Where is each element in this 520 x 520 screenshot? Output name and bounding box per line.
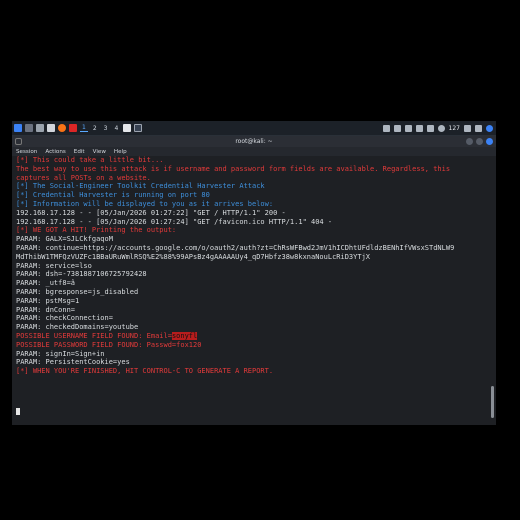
firefox-icon[interactable] — [58, 124, 66, 132]
taskbar: 1 2 3 4 127 — [12, 121, 496, 136]
close-button[interactable] — [486, 138, 493, 145]
terminal-line: PARAM: continue=https://accounts.google.… — [16, 243, 455, 252]
menu-help[interactable]: Help — [114, 149, 127, 155]
terminal-cursor — [16, 408, 20, 415]
terminal-line: captures all POSTs on a website. — [16, 173, 151, 182]
terminal-line: MdThibW1TMFQzVUZFc1BBaURuWmlRSQ%E2%88%99… — [16, 252, 371, 261]
terminal-line: PARAM: dnConn= — [16, 305, 76, 314]
terminal-line: 192.168.17.128 - - [05/Jan/2026 01:27:24… — [16, 217, 333, 226]
screen-record-icon[interactable] — [382, 124, 390, 132]
terminal-line: PARAM: GALX=SJLCkfgaqoM — [16, 235, 113, 244]
window-title: root@kali: ~ — [235, 138, 273, 145]
text-editor-icon[interactable] — [47, 124, 55, 132]
terminal-line: PARAM: PersistentCookie=yes — [16, 358, 130, 367]
terminal-line: The best way to use this attack is if us… — [16, 164, 451, 173]
user-menu-icon[interactable] — [486, 124, 493, 132]
terminal-line: [*] Information will be displayed to you… — [16, 199, 274, 208]
maximize-button[interactable] — [476, 138, 483, 145]
desktop-icon[interactable] — [25, 124, 33, 132]
volume-icon[interactable] — [415, 124, 423, 132]
terminal-line: PARAM: checkConnection= — [16, 314, 113, 323]
terminal-line: [*] WE GOT A HIT! Printing the output: — [16, 226, 177, 235]
terminal-line: [*] Credential Harvester is running on p… — [16, 191, 210, 200]
terminal-line: 192.168.17.128 - - [05/Jan/2026 01:27:22… — [16, 208, 286, 217]
system-tray: 127 — [382, 123, 493, 133]
power-manager-icon[interactable] — [437, 124, 445, 132]
terminal-line: [*] This could take a little bit... — [16, 156, 164, 164]
terminal-line: PARAM: _utf8=â — [16, 279, 76, 288]
username-highlight: sonyfl — [171, 331, 198, 340]
terminal-scrollbar[interactable] — [491, 386, 494, 418]
minimize-button[interactable] — [466, 138, 473, 145]
network-icon[interactable] — [404, 124, 412, 132]
terminal-line: PARAM: signIn=Sign+in — [16, 349, 105, 358]
menu-edit[interactable]: Edit — [74, 149, 85, 155]
window-icon[interactable] — [393, 124, 401, 132]
app-icon[interactable] — [69, 124, 77, 132]
menu-session[interactable]: Session — [16, 149, 37, 155]
workspace-1[interactable]: 1 — [80, 124, 88, 132]
terminal-line-password: POSSIBLE PASSWORD FIELD FOUND: Passwd=fo… — [16, 340, 202, 349]
taskbar-launchers: 1 2 3 4 — [14, 123, 143, 133]
terminal-output[interactable]: [*] This could take a little bit... The … — [12, 156, 496, 425]
terminal-line: PARAM: bgresponse=js_disabled — [16, 287, 139, 296]
menu-bar: Session Actions Edit View Help — [12, 147, 496, 156]
terminal-task-icon[interactable] — [134, 124, 143, 132]
terminal-line: [*] WHEN YOU'RE FINISHED, HIT CONTROL-C … — [16, 367, 274, 376]
clock[interactable]: 127 — [449, 125, 460, 132]
terminal-line: PARAM: checkedDomains=youtube — [16, 323, 139, 332]
workspace-2[interactable]: 2 — [91, 125, 99, 132]
workspace-4[interactable]: 4 — [112, 125, 120, 132]
terminal-line: PARAM: pstMsg=1 — [16, 296, 80, 305]
workspace-3[interactable]: 3 — [102, 125, 110, 132]
task-app-icon[interactable] — [123, 124, 132, 132]
terminal-line: PARAM: service=lso — [16, 261, 92, 270]
logout-icon[interactable] — [475, 124, 482, 132]
notification-icon[interactable] — [426, 124, 434, 132]
window-controls — [466, 138, 493, 145]
username-label: POSSIBLE USERNAME FIELD FOUND: Email= — [16, 331, 172, 340]
terminal-lines: [*] This could take a little bit... The … — [16, 156, 488, 376]
terminal-line: [*] The Social-Engineer Toolkit Credenti… — [16, 182, 265, 191]
lock-icon[interactable] — [464, 124, 471, 132]
menu-view[interactable]: View — [93, 149, 106, 155]
terminal-line-username: POSSIBLE USERNAME FIELD FOUND: Email=son… — [16, 331, 488, 341]
screen-frame: 1 2 3 4 127 root@kali: ~ Session Actions… — [12, 121, 496, 425]
window-titlebar[interactable]: root@kali: ~ — [12, 136, 496, 147]
kali-menu-icon[interactable] — [14, 124, 22, 132]
file-manager-icon[interactable] — [36, 124, 44, 132]
menu-actions[interactable]: Actions — [45, 149, 65, 155]
terminal-line: PARAM: dsh=-7381887106725792428 — [16, 270, 147, 279]
